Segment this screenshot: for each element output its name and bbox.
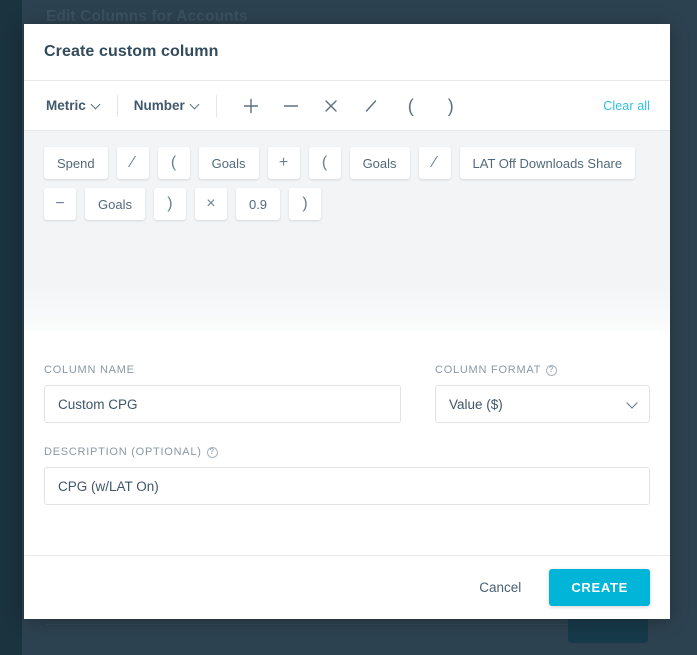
plus-operator-button[interactable]: [231, 89, 271, 123]
formula-toolbar: Metric Number: [24, 81, 670, 131]
formula-token-list: Spend ∕ ( Goals + ( Goals ∕ LAT Off Downloads Sh…: [44, 147, 644, 220]
chevron-down-icon: [191, 101, 200, 110]
formula-token[interactable]: Goals: [85, 188, 145, 220]
multiply-icon: [323, 98, 339, 114]
divide-icon: ∕: [131, 155, 134, 171]
modal-fields-section: COLUMN NAME COLUMN FORMAT ? Value ($) DE…: [24, 334, 670, 555]
toolbar-divider: [216, 95, 217, 117]
formula-operator-token[interactable]: ×: [195, 188, 227, 220]
close-paren-icon: ): [448, 97, 454, 115]
formula-operator-token[interactable]: ∕: [419, 147, 451, 179]
minus-operator-button[interactable]: [271, 89, 311, 123]
open-paren-icon: (: [408, 97, 414, 115]
column-format-field-group: COLUMN FORMAT ? Value ($): [435, 364, 650, 423]
help-info-icon[interactable]: ?: [546, 365, 557, 376]
clear-all-link[interactable]: Clear all: [603, 99, 650, 113]
column-format-label-row: COLUMN FORMAT ?: [435, 364, 650, 376]
close-paren-button[interactable]: ): [431, 89, 471, 123]
description-label: DESCRIPTION (OPTIONAL): [44, 446, 202, 458]
number-dropdown-label: Number: [134, 98, 185, 113]
multiply-operator-button[interactable]: [311, 89, 351, 123]
modal-footer: Cancel CREATE: [24, 555, 670, 619]
formula-operator-token[interactable]: ∕: [117, 147, 149, 179]
create-button[interactable]: CREATE: [549, 569, 650, 606]
divide-icon: ∕: [433, 155, 436, 171]
column-name-label: COLUMN NAME: [44, 364, 401, 376]
cancel-button[interactable]: Cancel: [461, 570, 539, 605]
column-format-label: COLUMN FORMAT: [435, 364, 541, 376]
metric-dropdown-label: Metric: [46, 98, 86, 113]
open-paren-icon: (: [322, 155, 327, 171]
toolbar-divider: [117, 95, 118, 117]
description-label-row: DESCRIPTION (OPTIONAL) ?: [44, 446, 650, 458]
field-row-top: COLUMN NAME COLUMN FORMAT ? Value ($): [44, 364, 650, 423]
formula-token-label: Goals: [363, 156, 397, 171]
minus-icon: [283, 98, 299, 114]
operator-button-group: ( ): [231, 89, 471, 123]
description-field-group: DESCRIPTION (OPTIONAL) ?: [44, 446, 650, 505]
column-format-select[interactable]: Value ($): [435, 385, 650, 423]
background-dialog-divider: [46, 624, 646, 625]
background-dialog-primary-button: [568, 617, 648, 643]
formula-operator-token[interactable]: +: [268, 147, 300, 179]
close-paren-icon: ): [302, 196, 307, 212]
formula-operator-token[interactable]: −: [44, 188, 76, 220]
help-info-icon[interactable]: ?: [207, 447, 218, 458]
number-dropdown[interactable]: Number: [132, 94, 202, 117]
formula-token[interactable]: 0.9: [236, 188, 280, 220]
column-name-field-group: COLUMN NAME: [44, 364, 401, 423]
plus-icon: +: [279, 155, 288, 171]
description-input[interactable]: [44, 467, 650, 505]
formula-operator-token[interactable]: ): [289, 188, 321, 220]
formula-token-label: 0.9: [249, 197, 267, 212]
formula-token[interactable]: Goals: [350, 147, 410, 179]
app-left-rail: [0, 0, 22, 655]
formula-token[interactable]: LAT Off Downloads Share: [460, 147, 636, 179]
formula-token[interactable]: Spend: [44, 147, 108, 179]
column-format-selected-value: Value ($): [449, 397, 503, 412]
divide-icon: [363, 98, 379, 114]
formula-canvas[interactable]: Spend ∕ ( Goals + ( Goals ∕ LAT Off Downloads Sh…: [24, 131, 670, 334]
formula-operator-token[interactable]: (: [309, 147, 341, 179]
minus-icon: −: [55, 196, 64, 212]
multiply-icon: ×: [206, 196, 215, 212]
formula-token[interactable]: Goals: [199, 147, 259, 179]
formula-token-label: Spend: [57, 156, 95, 171]
close-paren-icon: ): [167, 196, 172, 212]
divide-operator-button[interactable]: [351, 89, 391, 123]
open-paren-icon: (: [171, 155, 176, 171]
chevron-down-icon: [92, 101, 101, 110]
formula-operator-token[interactable]: (: [158, 147, 190, 179]
create-custom-column-modal: Create custom column Metric Number: [24, 24, 670, 619]
metric-dropdown[interactable]: Metric: [44, 94, 103, 117]
column-format-select-wrapper: Value ($): [435, 385, 650, 423]
modal-header: Create custom column: [24, 24, 670, 81]
formula-operator-token[interactable]: ): [154, 188, 186, 220]
plus-icon: [243, 98, 259, 114]
modal-title: Create custom column: [44, 43, 218, 61]
column-name-input[interactable]: [44, 385, 401, 423]
formula-token-label: Goals: [98, 197, 132, 212]
open-paren-button[interactable]: (: [391, 89, 431, 123]
formula-token-label: Goals: [212, 156, 246, 171]
formula-token-label: LAT Off Downloads Share: [473, 156, 623, 171]
